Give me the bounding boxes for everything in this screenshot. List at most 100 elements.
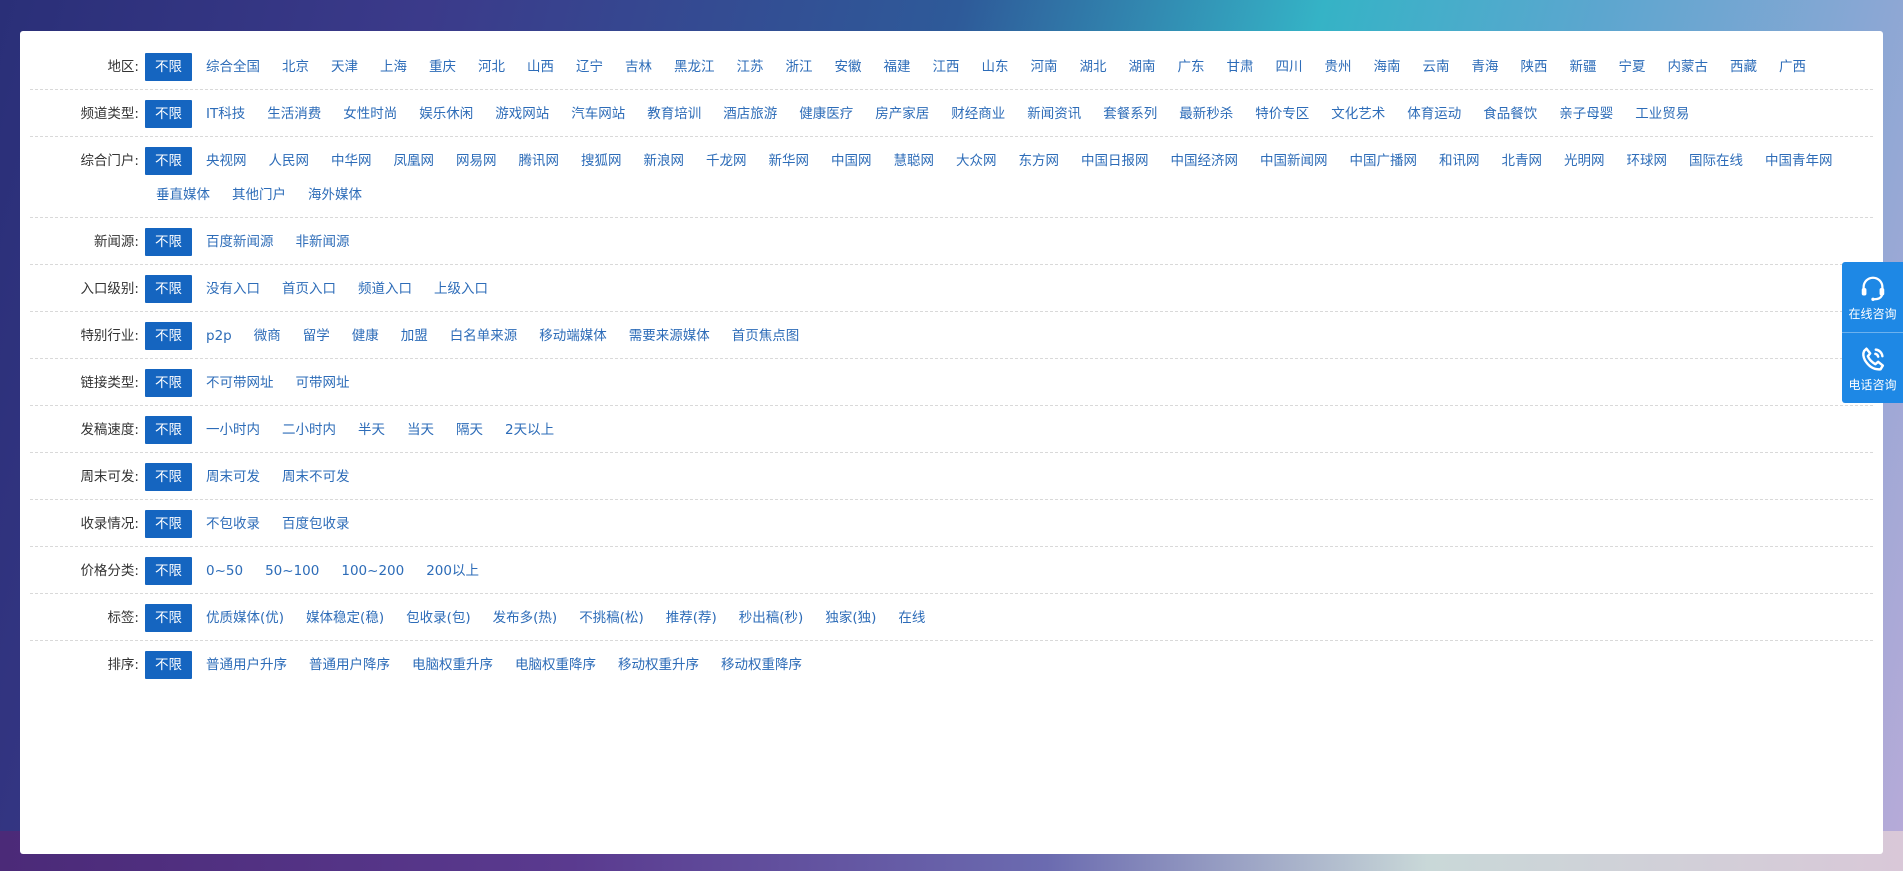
filter-option[interactable]: 广西 xyxy=(1768,53,1817,81)
filter-option[interactable]: 重庆 xyxy=(418,53,467,81)
filter-option[interactable]: 工业贸易 xyxy=(1624,100,1700,128)
filter-option[interactable]: 一小时内 xyxy=(195,416,271,444)
filter-option[interactable]: 内蒙古 xyxy=(1657,53,1720,81)
filter-option[interactable]: 首页入口 xyxy=(271,275,347,303)
filter-option[interactable]: 秒出稿(秒) xyxy=(728,604,815,632)
filter-option[interactable]: 半天 xyxy=(347,416,396,444)
filter-option-selected[interactable]: 不限 xyxy=(145,557,192,585)
filter-option[interactable]: 贵州 xyxy=(1314,53,1363,81)
filter-option[interactable]: 当天 xyxy=(396,416,445,444)
filter-option[interactable]: 湖北 xyxy=(1069,53,1118,81)
filter-option[interactable]: 综合全国 xyxy=(195,53,271,81)
filter-option[interactable]: 推荐(荐) xyxy=(655,604,728,632)
filter-option[interactable]: 隔天 xyxy=(445,416,494,444)
filter-option[interactable]: 辽宁 xyxy=(565,53,614,81)
filter-option[interactable]: 吉林 xyxy=(614,53,663,81)
filter-option-selected[interactable]: 不限 xyxy=(145,604,192,632)
filter-option[interactable]: 新疆 xyxy=(1559,53,1608,81)
filter-option[interactable]: 2天以上 xyxy=(494,416,565,444)
filter-option[interactable]: 新华网 xyxy=(758,147,821,175)
filter-option-selected[interactable]: 不限 xyxy=(145,416,192,444)
filter-option[interactable]: 上海 xyxy=(369,53,418,81)
filter-option[interactable]: 中国经济网 xyxy=(1160,147,1250,175)
filter-option[interactable]: 最新秒杀 xyxy=(1168,100,1244,128)
filter-option[interactable]: 亲子母婴 xyxy=(1548,100,1624,128)
filter-option[interactable]: 四川 xyxy=(1265,53,1314,81)
filter-option[interactable]: 健康 xyxy=(341,322,390,350)
filter-option[interactable]: 文化艺术 xyxy=(1320,100,1396,128)
filter-option[interactable]: 200以上 xyxy=(415,557,490,585)
filter-option[interactable]: 周末可发 xyxy=(195,463,271,491)
filter-option[interactable]: p2p xyxy=(195,322,243,350)
filter-option[interactable]: 中国青年网 xyxy=(1754,147,1844,175)
filter-option[interactable]: 慧聪网 xyxy=(883,147,946,175)
filter-option[interactable]: 中国新闻网 xyxy=(1249,147,1339,175)
filter-option[interactable]: 不包收录 xyxy=(195,510,271,538)
filter-option[interactable]: 健康医疗 xyxy=(788,100,864,128)
filter-option[interactable]: 百度包收录 xyxy=(271,510,361,538)
filter-option[interactable]: 人民网 xyxy=(258,147,321,175)
filter-option[interactable]: 移动权重降序 xyxy=(710,651,813,679)
filter-option-selected[interactable]: 不限 xyxy=(145,322,192,350)
filter-option[interactable]: 和讯网 xyxy=(1428,147,1491,175)
filter-option[interactable]: 二小时内 xyxy=(271,416,347,444)
filter-option[interactable]: 中国广播网 xyxy=(1339,147,1429,175)
filter-option[interactable]: 体育运动 xyxy=(1396,100,1472,128)
filter-option-selected[interactable]: 不限 xyxy=(145,510,192,538)
filter-option[interactable]: 特价专区 xyxy=(1244,100,1320,128)
filter-option[interactable]: 中国日报网 xyxy=(1070,147,1160,175)
filter-option-selected[interactable]: 不限 xyxy=(145,147,192,175)
filter-option[interactable]: 浙江 xyxy=(775,53,824,81)
filter-option[interactable]: 搜狐网 xyxy=(570,147,633,175)
filter-option[interactable]: 网易网 xyxy=(445,147,508,175)
filter-option[interactable]: 食品餐饮 xyxy=(1472,100,1548,128)
filter-option[interactable]: 北青网 xyxy=(1491,147,1554,175)
filter-option[interactable]: 江西 xyxy=(922,53,971,81)
filter-option[interactable]: 黑龙江 xyxy=(663,53,726,81)
filter-option[interactable]: 西藏 xyxy=(1719,53,1768,81)
filter-option-selected[interactable]: 不限 xyxy=(145,651,192,679)
filter-option-selected[interactable]: 不限 xyxy=(145,463,192,491)
filter-option[interactable]: 电脑权重降序 xyxy=(504,651,607,679)
filter-option[interactable]: 大众网 xyxy=(945,147,1008,175)
filter-option[interactable]: 汽车网站 xyxy=(560,100,636,128)
filter-option[interactable]: 海南 xyxy=(1363,53,1412,81)
filter-option[interactable]: 优质媒体(优) xyxy=(195,604,295,632)
filter-option[interactable]: 东方网 xyxy=(1008,147,1071,175)
filter-option[interactable]: 频道入口 xyxy=(347,275,423,303)
filter-option[interactable]: 留学 xyxy=(292,322,341,350)
filter-option[interactable]: 微商 xyxy=(243,322,292,350)
filter-option[interactable]: 中国网 xyxy=(820,147,883,175)
filter-option[interactable]: 新闻资讯 xyxy=(1016,100,1092,128)
filter-option[interactable]: 游戏网站 xyxy=(484,100,560,128)
filter-option-selected[interactable]: 不限 xyxy=(145,53,192,81)
filter-option[interactable]: 没有入口 xyxy=(195,275,271,303)
filter-option[interactable]: 上级入口 xyxy=(423,275,499,303)
filter-option[interactable]: 云南 xyxy=(1412,53,1461,81)
filter-option[interactable]: 天津 xyxy=(320,53,369,81)
filter-option[interactable]: 首页焦点图 xyxy=(721,322,811,350)
filter-option[interactable]: 光明网 xyxy=(1553,147,1616,175)
filter-option[interactable]: 山西 xyxy=(516,53,565,81)
filter-option[interactable]: 腾讯网 xyxy=(508,147,571,175)
filter-option[interactable]: 媒体稳定(稳) xyxy=(295,604,395,632)
filter-option-selected[interactable]: 不限 xyxy=(145,275,192,303)
filter-option[interactable]: 包收录(包) xyxy=(395,604,482,632)
filter-option[interactable]: 陕西 xyxy=(1510,53,1559,81)
filter-option[interactable]: 周末不可发 xyxy=(271,463,361,491)
filter-option[interactable]: 不挑稿(松) xyxy=(568,604,655,632)
online-consult-button[interactable]: 在线咨询 xyxy=(1842,262,1903,332)
filter-option[interactable]: 移动端媒体 xyxy=(528,322,618,350)
filter-option[interactable]: 100~200 xyxy=(330,557,415,585)
filter-option[interactable]: 其他门户 xyxy=(221,181,297,209)
filter-option[interactable]: 福建 xyxy=(873,53,922,81)
filter-option[interactable]: 广东 xyxy=(1167,53,1216,81)
filter-option[interactable]: 教育培训 xyxy=(636,100,712,128)
filter-option[interactable]: 独家(独) xyxy=(814,604,887,632)
filter-option[interactable]: 河南 xyxy=(1020,53,1069,81)
filter-option[interactable]: 发布多(热) xyxy=(482,604,569,632)
filter-option[interactable]: 移动权重升序 xyxy=(607,651,710,679)
filter-option[interactable]: 垂直媒体 xyxy=(145,181,221,209)
filter-option[interactable]: 0~50 xyxy=(195,557,254,585)
filter-option[interactable]: 生活消费 xyxy=(256,100,332,128)
